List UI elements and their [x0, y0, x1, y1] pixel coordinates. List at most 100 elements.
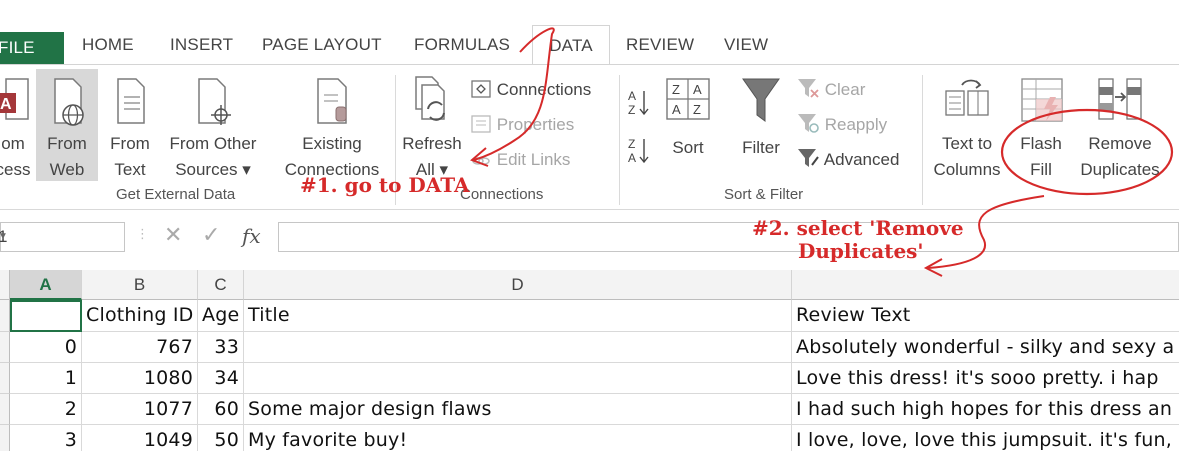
table-cell[interactable]: 1049 — [82, 425, 198, 451]
remove-duplicates-label-2: Duplicates — [1080, 160, 1160, 179]
from-access-label-2: cess — [0, 160, 31, 179]
cell-header-age[interactable]: Age — [198, 300, 244, 332]
formula-bar: 1 ▼ ⋮ ✕ ✓ fx — [0, 214, 1179, 262]
row-header[interactable] — [0, 300, 10, 332]
table-cell[interactable]: 34 — [198, 363, 244, 394]
table-cell[interactable]: 33 — [198, 332, 244, 363]
table-cell[interactable]: 50 — [198, 425, 244, 451]
ribbon-data: A om cess From Web From Text — [0, 64, 1179, 210]
cell-header-clothing-id[interactable]: Clothing ID — [82, 300, 198, 332]
name-box[interactable]: 1 ▼ — [0, 222, 125, 252]
remove-duplicates-button[interactable]: Remove Duplicates — [1074, 73, 1166, 183]
table-cell[interactable]: 0 — [10, 332, 82, 363]
group-label-sort-filter: Sort & Filter — [724, 186, 804, 203]
svg-text:Z: Z — [628, 103, 635, 117]
reapply-icon — [798, 114, 819, 133]
table-cell[interactable]: My favorite buy! — [244, 425, 792, 451]
column-header-b[interactable]: B — [82, 270, 198, 300]
tab-review[interactable]: REVIEW — [626, 25, 694, 65]
annotation-step-1: #1. go to DATA — [300, 173, 470, 197]
from-web-label-2: Web — [49, 160, 85, 179]
existing-connections-button[interactable]: Existing Connections — [278, 73, 386, 183]
cell-header-review-text[interactable]: Review Text — [792, 300, 1179, 332]
web-page-icon — [54, 78, 84, 126]
from-text-button[interactable]: From Text — [104, 73, 156, 183]
formula-input[interactable] — [278, 222, 1179, 252]
from-access-label-1: om — [1, 134, 25, 153]
sort-label: Sort — [672, 138, 704, 157]
table-cell[interactable]: Absolutely wonderful - silky and sexy a — [792, 332, 1179, 363]
sort-button[interactable]: Z A A Z Sort — [660, 75, 716, 161]
table-cell[interactable]: 767 — [82, 332, 198, 363]
insert-function-icon[interactable]: fx — [242, 224, 261, 248]
enter-checkmark-icon[interactable]: ✓ — [202, 222, 220, 248]
chevron-down-icon[interactable]: ▼ — [0, 223, 116, 251]
text-to-columns-label-2: Columns — [933, 160, 1001, 179]
cancel-icon[interactable]: ✕ — [164, 222, 182, 248]
from-other-label-2: Sources ▾ — [175, 160, 251, 179]
svg-text:Z: Z — [672, 82, 680, 97]
table-cell[interactable]: 1077 — [82, 394, 198, 425]
column-header-c[interactable]: C — [198, 270, 244, 300]
column-header-a[interactable]: A — [10, 270, 82, 300]
table-cell[interactable] — [244, 363, 792, 394]
flash-fill-button[interactable]: Flash Fill — [1010, 73, 1072, 183]
clear-filter-icon — [798, 79, 819, 98]
group-divider — [922, 75, 923, 205]
sort-descending-button[interactable]: Z A — [628, 135, 649, 165]
svg-text:A: A — [628, 89, 636, 103]
table-cell[interactable]: 1080 — [82, 363, 198, 394]
svg-text:Z: Z — [693, 102, 701, 117]
table-cell[interactable]: 2 — [10, 394, 82, 425]
edit-links-button[interactable]: Edit Links — [470, 147, 570, 173]
refresh-icon — [415, 76, 445, 121]
tab-file[interactable]: FILE — [0, 32, 64, 64]
tab-page-layout[interactable]: PAGE LAYOUT — [262, 25, 382, 65]
refresh-all-button[interactable]: Refresh All ▾ — [398, 73, 466, 183]
tab-data[interactable]: DATA — [532, 25, 610, 67]
table-cell[interactable]: Some major design flaws — [244, 394, 792, 425]
column-header-e[interactable] — [792, 270, 1179, 300]
existing-connections-icon — [317, 78, 347, 124]
row-header[interactable] — [0, 425, 10, 451]
select-all-corner[interactable] — [0, 270, 10, 300]
row-header[interactable] — [0, 394, 10, 425]
filter-funnel-icon — [742, 78, 780, 122]
tab-view[interactable]: VIEW — [724, 25, 768, 65]
table-cell[interactable] — [244, 332, 792, 363]
reapply-filter-button[interactable]: Reapply — [796, 112, 887, 138]
annotation-step-2-line-2: Duplicates' — [798, 239, 924, 263]
advanced-filter-button[interactable]: Advanced — [796, 147, 899, 173]
cell-header-title[interactable]: Title — [244, 300, 792, 332]
table-cell[interactable]: I had such high hopes for this dress an — [792, 394, 1179, 425]
svg-text:Z: Z — [628, 137, 635, 151]
sort-az-icon: A Z — [628, 89, 649, 117]
tab-formulas[interactable]: FORMULAS — [414, 25, 510, 65]
table-cell[interactable]: Love this dress! it's sooo pretty. i hap — [792, 363, 1179, 394]
row-header[interactable] — [0, 332, 10, 363]
table-cell[interactable]: 60 — [198, 394, 244, 425]
from-other-sources-button[interactable]: From Other Sources ▾ — [162, 73, 264, 183]
sort-ascending-button[interactable]: A Z — [628, 87, 649, 117]
tab-insert[interactable]: INSERT — [170, 25, 233, 65]
from-web-label-1: From — [47, 134, 87, 153]
sort-dialog-icon: Z A A Z — [666, 78, 710, 120]
text-to-columns-button[interactable]: Text to Columns — [928, 73, 1006, 183]
svg-text:A: A — [0, 96, 12, 113]
column-header-d[interactable]: D — [244, 270, 792, 300]
from-access-button[interactable]: A om cess — [0, 73, 34, 183]
connections-button[interactable]: Connections — [470, 77, 591, 103]
from-web-button[interactable]: From Web — [36, 69, 98, 181]
cell-a1-active[interactable] — [10, 300, 82, 332]
group-label-get-external-data: Get External Data — [116, 186, 236, 203]
table-cell[interactable]: 1 — [10, 363, 82, 394]
text-file-icon — [117, 78, 145, 124]
table-cell[interactable]: 3 — [10, 425, 82, 451]
properties-button[interactable]: Properties — [470, 112, 574, 138]
row-header[interactable] — [0, 363, 10, 394]
tab-home[interactable]: HOME — [82, 25, 134, 65]
clear-filter-button[interactable]: Clear — [796, 77, 865, 103]
filter-button[interactable]: Filter — [732, 75, 790, 161]
table-cell[interactable]: I love, love, love this jumpsuit. it's f… — [792, 425, 1179, 451]
connections-icon — [471, 80, 491, 98]
